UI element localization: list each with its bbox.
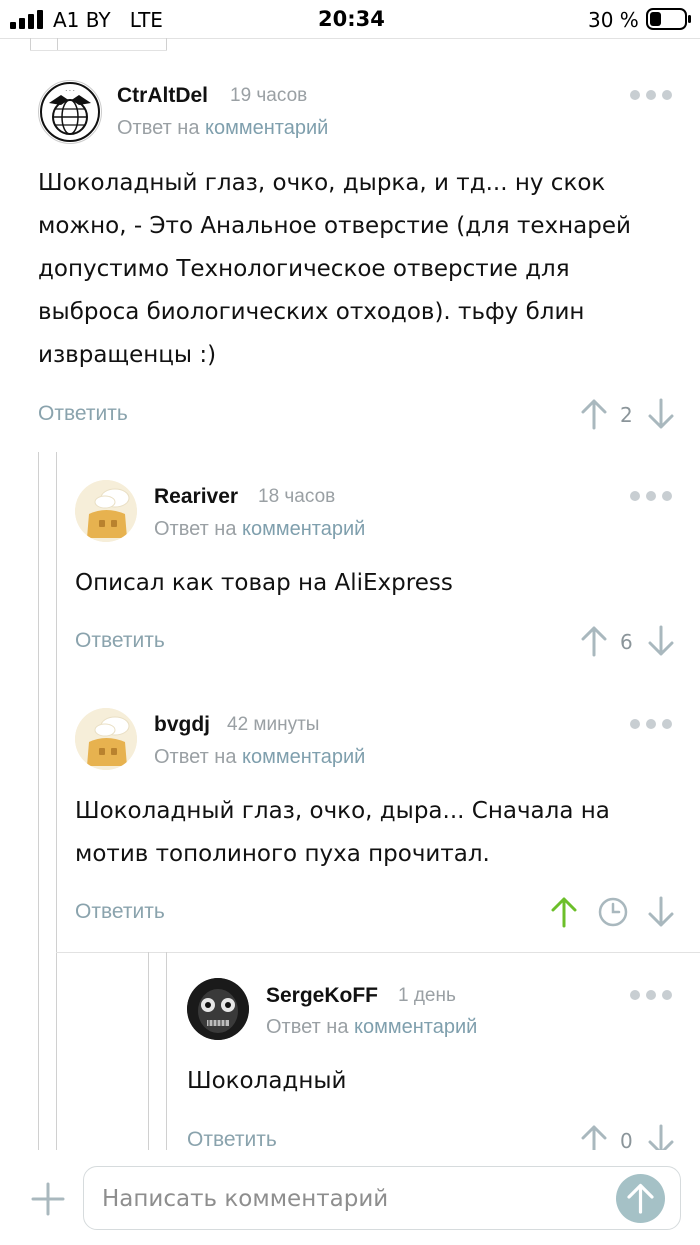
more-options-icon[interactable] (606, 714, 672, 734)
separator (30, 50, 167, 51)
comment-text: Шоколадный (187, 1068, 347, 1094)
comment-time: 19 часов (230, 85, 308, 106)
reply-to: Ответ на комментарий (266, 1016, 478, 1038)
cartoon-avatar-icon (75, 480, 137, 542)
clock-icon (598, 897, 628, 927)
author-name[interactable]: CtrAltDel (117, 84, 208, 108)
carrier-label: A1 BY LTE (53, 8, 163, 32)
thread-line (30, 38, 31, 50)
comment-time: 42 минуты (227, 714, 320, 735)
cartoon-avatar-icon (75, 708, 137, 770)
globe-emblem-icon: · · · (40, 82, 100, 142)
avatar[interactable] (75, 708, 137, 770)
status-bar: A1 BY LTE 20:34 30 % (0, 0, 700, 38)
thread-line (57, 38, 58, 50)
reply-to: Ответ на комментарий (154, 518, 366, 540)
author-name[interactable]: bvgdj (154, 713, 210, 737)
reply-to-link[interactable]: комментарий (242, 518, 365, 540)
more-options-icon[interactable] (606, 486, 672, 506)
send-button[interactable] (616, 1174, 665, 1223)
comment-input[interactable]: Написать комментарий (83, 1166, 681, 1230)
thread-line (166, 38, 167, 50)
thread-line (148, 952, 149, 1150)
battery-percent: 30 % (588, 8, 639, 32)
upvote-icon[interactable] (550, 896, 578, 928)
reply-button[interactable]: Ответить (38, 402, 128, 426)
more-options-icon[interactable] (606, 985, 672, 1005)
author-name[interactable]: Reariver (154, 485, 238, 509)
creepy-face-avatar-icon (187, 978, 249, 1040)
upvote-icon[interactable] (580, 398, 608, 430)
reply-button[interactable]: Ответить (187, 1128, 277, 1152)
separator (0, 38, 700, 39)
comment-time: 18 часов (258, 486, 336, 507)
downvote-icon[interactable] (647, 896, 675, 928)
reply-button[interactable]: Ответить (75, 900, 165, 924)
author-name[interactable]: SergeKoFF (266, 984, 378, 1008)
separator (56, 952, 700, 953)
svg-text:· · ·: · · · (65, 88, 75, 95)
downvote-icon[interactable] (647, 625, 675, 657)
rating-count: 6 (620, 630, 633, 654)
arrow-up-icon (627, 1183, 654, 1214)
thread-line (56, 452, 57, 1150)
thread-line (166, 952, 167, 1150)
battery-icon (646, 8, 691, 30)
avatar[interactable] (75, 480, 137, 542)
signal-icon (10, 10, 43, 29)
attach-plus-icon[interactable] (30, 1181, 66, 1217)
reply-button[interactable]: Ответить (75, 629, 165, 653)
reply-to-link[interactable]: комментарий (205, 117, 328, 139)
comment-input-placeholder: Написать комментарий (102, 1186, 389, 1212)
reply-to-link[interactable]: комментарий (354, 1016, 477, 1038)
avatar[interactable]: · · · (38, 80, 102, 144)
upvote-icon[interactable] (580, 625, 608, 657)
reply-to-link[interactable]: комментарий (242, 746, 365, 768)
comment-text: Описал как товар на AliExpress (75, 570, 453, 596)
downvote-icon[interactable] (647, 398, 675, 430)
reply-to: Ответ на комментарий (117, 117, 329, 139)
reply-to: Ответ на комментарий (154, 746, 366, 768)
avatar[interactable] (187, 978, 249, 1040)
rating-count: 2 (620, 403, 633, 427)
clock: 20:34 (318, 7, 385, 31)
comment-text: Шоколадный глаз, очко, дыра... Сначала н… (75, 798, 610, 867)
comment-text: Шоколадный глаз, очко, дырка, и тд... ну… (38, 170, 631, 368)
more-options-icon[interactable] (606, 85, 672, 105)
thread-line (38, 452, 39, 1150)
comment-time: 1 день (398, 985, 456, 1006)
